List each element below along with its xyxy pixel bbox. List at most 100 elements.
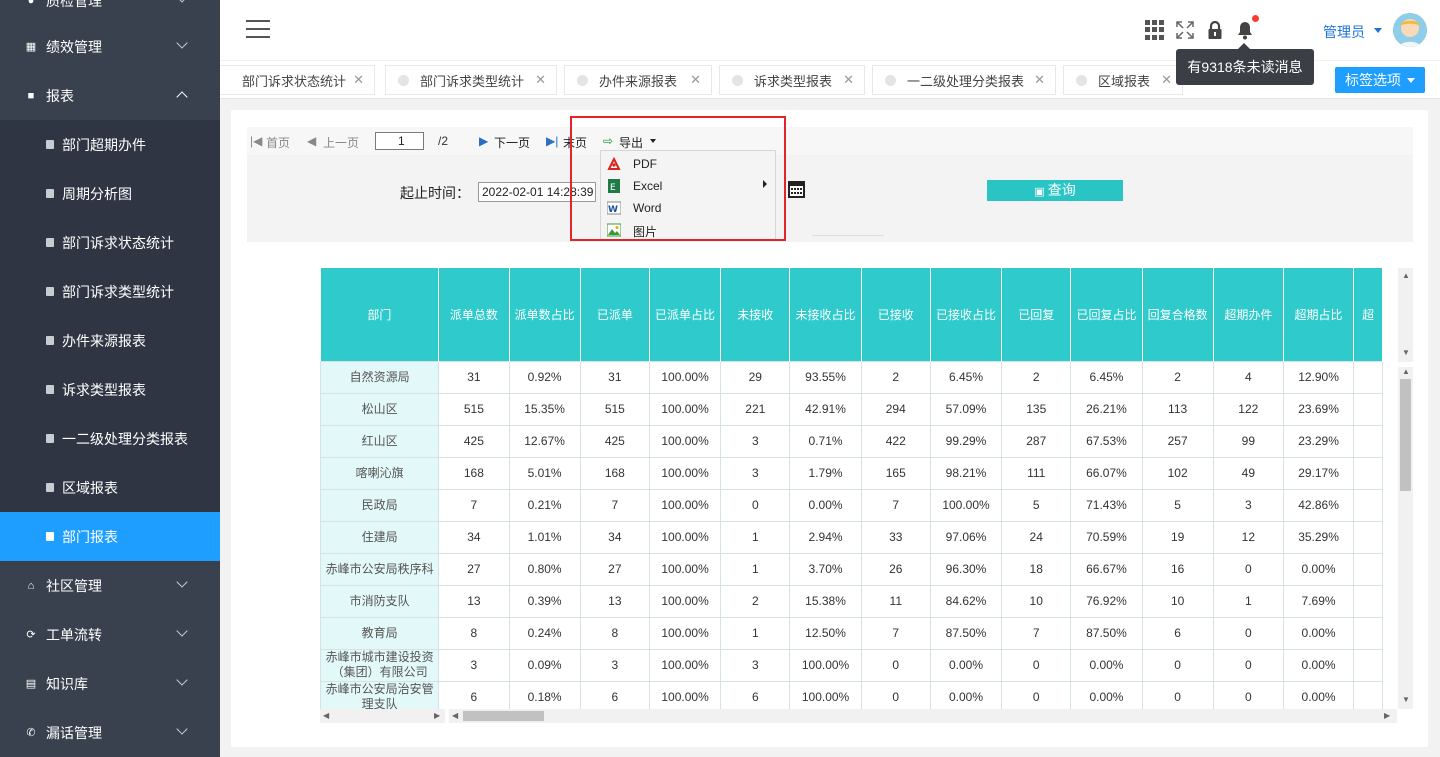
close-icon[interactable]: ✕ [1161,72,1172,88]
close-icon[interactable]: ✕ [535,72,546,88]
table-cell: 57.09% [929,392,1003,426]
calendar-icon[interactable] [788,181,805,198]
table-cell: 0.18% [508,680,581,709]
table-cell: 0 [720,488,791,522]
table-row: 赤峰市公安局治安管理支队 6 0.18% 6 100.00% 6 100.00% 0 0.00%… [320,680,1383,709]
avatar[interactable] [1393,13,1427,47]
refresh-icon: ⟳ [26,628,36,641]
column-header: 超 [1353,268,1383,361]
sidebar-item-label: 知识库 [46,675,88,692]
sidebar-subitem[interactable]: 部门诉求状态统计 [0,218,220,267]
export-image-item[interactable]: 图片 [601,219,777,241]
close-icon[interactable]: ✕ [690,72,701,88]
search-doc-icon: ▣ [1034,186,1048,198]
export-button[interactable]: 导出 [619,134,643,151]
column-header: 部门 [320,268,440,361]
table-cell: 0.80% [508,552,581,586]
table-cell: 15.38% [789,584,862,618]
table-cell: 100.00% [648,392,722,426]
table-cell: 515 [579,392,650,426]
table-cell: 13 [579,584,650,618]
svg-text:W: W [608,205,618,215]
apps-grid-icon[interactable] [1145,20,1165,40]
export-excel-item[interactable]: E Excel [601,175,777,197]
table-row: 松山区 515 15.35% 515 100.00% 221 42.91% 294 57.09%… [320,392,1383,426]
lock-icon[interactable] [1205,20,1225,40]
horizontal-scrollbar[interactable]: ◀ ▶ [449,709,1397,723]
sidebar-item-workflow[interactable]: ⟳ 工单流转 [0,610,220,659]
sidebar-subitem[interactable]: 区域报表 [0,463,220,512]
caret-down-icon[interactable] [1374,28,1382,33]
last-page-button[interactable]: 末页 [563,134,587,151]
fullscreen-icon[interactable] [1175,20,1195,40]
next-page-icon[interactable]: ▶ [479,134,488,148]
prev-page-icon[interactable]: ◀ [307,134,316,148]
department-cell: 松山区 [320,392,440,426]
tab-dept-status[interactable]: 部门诉求状态统计 ✕ [220,65,375,95]
user-name[interactable]: 管理员 [1323,22,1365,42]
sidebar-item-reports[interactable]: ■ 报表 [0,71,220,120]
tab-dept-type[interactable]: 部门诉求类型统计 ✕ [385,65,557,95]
sidebar-subitem[interactable]: 诉求类型报表 [0,365,220,414]
tab-source-report[interactable]: 办件来源报表 ✕ [564,65,712,95]
last-page-icon[interactable]: ▶| [546,134,558,148]
sidebar-subitem[interactable]: 办件来源报表 [0,316,220,365]
horizontal-scroll-thumb[interactable] [463,711,544,721]
sidebar-item-performance[interactable]: ▦ 绩效管理 [0,22,220,71]
tab-type-report[interactable]: 诉求类型报表 ✕ [719,65,865,95]
sidebar-item-community[interactable]: ⌂ 社区管理 [0,561,220,610]
department-cell: 自然资源局 [320,360,440,394]
sidebar-subitem[interactable]: 部门诉求类型统计 [0,267,220,316]
sidebar-item-label: 社区管理 [46,577,102,594]
first-page-icon[interactable]: |◀ [250,134,262,148]
sidebar-item-missed-calls[interactable]: ✆ 漏话管理 [0,708,220,757]
sidebar-item-knowledge[interactable]: ▤ 知识库 [0,659,220,708]
sidebar-subitem[interactable]: 一二级处理分类报表 [0,414,220,463]
page-number-input[interactable]: 1 [375,132,424,150]
collapse-handle[interactable] [812,235,884,242]
table-cell: 42.86% [1282,488,1355,522]
first-page-button[interactable]: 首页 [266,134,290,151]
header-scrollbar[interactable]: ▲ ▼ [1398,268,1413,362]
doc-icon [46,483,54,492]
table-cell: 0.00% [1282,648,1355,682]
query-button[interactable]: ▣ 查询 [987,180,1123,201]
table-cell: 0.00% [929,648,1003,682]
table-cell: 29 [720,360,791,394]
vertical-scrollbar[interactable]: ▲ ▼ [1398,367,1413,709]
table-cell: 97.06% [929,520,1003,554]
export-word-item[interactable]: W Word [601,197,777,219]
frozen-column-scrollbar[interactable]: ◀ ▶ [320,709,445,723]
table-cell: 100.00% [648,488,722,522]
table-cell: 0.92% [508,360,581,394]
prev-page-button[interactable]: 上一页 [323,134,359,151]
sidebar-subitem-active[interactable]: 部门报表 [0,512,220,561]
sidebar-subitem[interactable]: 周期分析图 [0,169,220,218]
sidebar-subitem[interactable]: 部门超期办件 [0,120,220,169]
table-cell: 33 [860,520,931,554]
chevron-down-icon [176,576,188,588]
vertical-scroll-thumb[interactable] [1400,379,1411,491]
table-cell: 6 [438,680,510,709]
tab-options-button[interactable]: 标签选项 [1335,67,1425,93]
close-icon[interactable]: ✕ [843,72,854,88]
close-icon[interactable]: ✕ [1034,72,1045,88]
table-cell: 2 [860,360,931,394]
table-cell: 87.50% [929,616,1003,650]
menu-toggle-icon[interactable] [246,20,270,38]
date-range-input[interactable]: 2022-02-01 14:28:39 [478,182,596,202]
export-pdf-item[interactable]: PDF [601,153,777,175]
caret-down-icon[interactable] [650,139,656,143]
chevron-down-icon [176,0,188,3]
table-cell [1353,552,1383,586]
tab-region-report[interactable]: 区域报表 ✕ [1063,65,1183,95]
tab-level-report[interactable]: 一二级处理分类报表 ✕ [872,65,1056,95]
close-icon[interactable]: ✕ [353,72,364,88]
table-cell: 0 [860,648,931,682]
export-icon[interactable]: ⇨ [603,134,613,148]
table-cell: 100.00% [789,680,862,709]
table-cell: 42.91% [789,392,862,426]
bell-icon[interactable] [1235,20,1255,40]
table-cell: 0.00% [1070,648,1143,682]
next-page-button[interactable]: 下一页 [494,134,530,151]
